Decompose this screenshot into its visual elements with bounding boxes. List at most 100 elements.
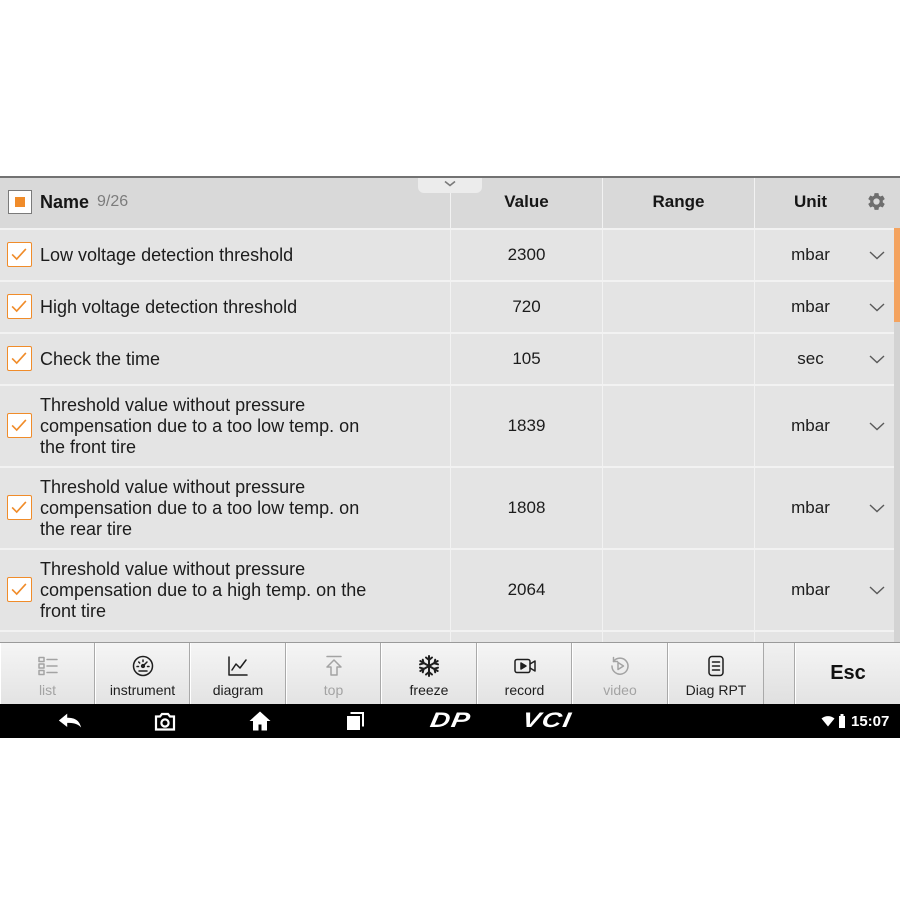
value-column-label: Value — [504, 192, 549, 211]
list-icon — [37, 656, 58, 676]
range-cell — [602, 282, 754, 332]
range-cell — [602, 230, 754, 280]
unit-value: mbar — [791, 297, 830, 316]
top-button[interactable]: top — [286, 643, 381, 704]
parameter-value: 1839 — [507, 416, 546, 435]
name-cell: Check the time — [40, 334, 390, 384]
panel-top-border — [0, 176, 900, 178]
record-button-label: record — [504, 682, 545, 698]
value-cell: 105 — [450, 334, 602, 384]
unit-selector[interactable]: mbar — [754, 468, 866, 548]
freeze-button[interactable]: freeze — [381, 643, 477, 704]
row-checkbox[interactable] — [7, 242, 32, 267]
row-checkbox[interactable] — [7, 346, 32, 371]
unit-selector[interactable]: sec — [754, 334, 866, 384]
unit-cell — [754, 632, 866, 642]
dp-app-button[interactable]: DP — [419, 707, 483, 735]
vci-logo: VCI — [520, 709, 574, 732]
range-column-header: Range — [602, 176, 754, 228]
camera-icon[interactable] — [152, 709, 178, 733]
selected-count: 9/26 — [97, 193, 129, 210]
checkmark-icon — [11, 352, 27, 365]
replay-icon — [611, 656, 629, 675]
instrument-button-label: instrument — [109, 682, 176, 698]
chevron-down-icon[interactable] — [868, 249, 886, 261]
gear-icon — [868, 193, 885, 210]
value-cell: 2300 — [450, 230, 602, 280]
document-icon — [708, 655, 724, 677]
select-all-checkbox[interactable] — [8, 190, 32, 214]
pull-down-handle[interactable] — [418, 176, 482, 193]
name-cell: Threshold value without pressure compens… — [40, 550, 390, 630]
unit-selector[interactable]: mbar — [754, 386, 866, 466]
name-cell: High voltage detection threshold — [40, 282, 390, 332]
video-camera-icon — [513, 658, 536, 674]
home-icon[interactable] — [247, 709, 273, 733]
value-cell: 720 — [450, 282, 602, 332]
diag-report-button[interactable]: Diag RPT — [668, 643, 764, 704]
list-button-label: list — [38, 682, 57, 698]
name-column-header: Name 9/26 — [40, 176, 128, 228]
parameter-name: Low voltage detection threshold — [40, 244, 294, 265]
video-button-label: video — [603, 682, 637, 698]
name-cell: Threshold value without pressure compens… — [40, 468, 390, 548]
table-row[interactable]: Check the time 105 sec — [0, 332, 894, 384]
snowflake-icon — [419, 655, 439, 677]
table-row[interactable]: Threshold value without pressure compens… — [0, 548, 894, 630]
range-cell — [602, 386, 754, 466]
unit-selector[interactable]: mbar — [754, 282, 866, 332]
battery-icon — [838, 714, 846, 728]
chevron-down-icon[interactable] — [868, 502, 886, 514]
list-button[interactable]: list — [0, 643, 95, 704]
row-checkbox[interactable] — [7, 577, 32, 602]
diagram-button[interactable]: diagram — [190, 643, 286, 704]
name-cell: Threshold value without pressure compens… — [40, 386, 390, 466]
table-header: Name 9/26 Value Range Unit — [0, 176, 900, 228]
settings-button[interactable] — [866, 191, 887, 212]
row-checkbox[interactable] — [7, 294, 32, 319]
chevron-down-icon[interactable] — [868, 420, 886, 432]
unit-selector[interactable]: mbar — [754, 550, 866, 630]
table-row[interactable]: Threshold value without pressure compens… — [0, 384, 894, 466]
bottom-toolbar: list instrument diagram top freeze recor… — [0, 642, 900, 704]
scrollbar-thumb[interactable] — [894, 228, 900, 322]
parameter-name: Threshold value without pressure compens… — [40, 394, 360, 457]
partial-selection-mark — [15, 197, 25, 207]
checkmark-icon — [11, 248, 27, 261]
range-cell — [602, 550, 754, 630]
checkmark-icon — [11, 419, 27, 432]
record-button[interactable]: record — [477, 643, 572, 704]
table-row[interactable]: Low voltage detection threshold 2300 mba… — [0, 228, 894, 280]
esc-button[interactable]: Esc — [795, 643, 900, 704]
instrument-button[interactable]: instrument — [95, 643, 190, 704]
table-row[interactable]: High voltage detection threshold 720 mba… — [0, 280, 894, 332]
unit-value: sec — [797, 349, 824, 368]
name-column-label: Name — [40, 191, 90, 212]
parameter-value: 720 — [512, 297, 541, 316]
parameter-name: Check the time — [40, 348, 161, 369]
checkmark-icon — [11, 300, 27, 313]
unit-value: mbar — [791, 498, 830, 517]
unit-selector[interactable]: mbar — [754, 230, 866, 280]
range-column-label: Range — [652, 192, 705, 211]
arrow-up-icon — [325, 655, 342, 676]
row-checkbox[interactable] — [7, 495, 32, 520]
line-chart-icon — [228, 656, 248, 676]
chevron-down-icon[interactable] — [868, 584, 886, 596]
chevron-down-icon[interactable] — [868, 353, 886, 365]
unit-column-header: Unit — [754, 176, 866, 228]
row-checkbox[interactable] — [7, 413, 32, 438]
freeze-button-label: freeze — [409, 682, 449, 698]
scrollbar[interactable] — [894, 228, 900, 642]
table-row[interactable]: Threshold value without pressure compens… — [0, 466, 894, 548]
recent-apps-icon[interactable] — [342, 709, 368, 733]
system-navigation-bar: DP VCI 15:07 — [0, 704, 900, 738]
video-button[interactable]: video — [572, 643, 668, 704]
vci-app-button[interactable]: VCI — [515, 707, 579, 735]
diagram-button-label: diagram — [212, 682, 264, 698]
chevron-down-icon[interactable] — [868, 301, 886, 313]
parameter-value: 2064 — [507, 580, 546, 599]
value-cell: 1808 — [450, 468, 602, 548]
value-cell: 2064 — [450, 550, 602, 630]
back-arrow-icon[interactable] — [57, 709, 83, 733]
